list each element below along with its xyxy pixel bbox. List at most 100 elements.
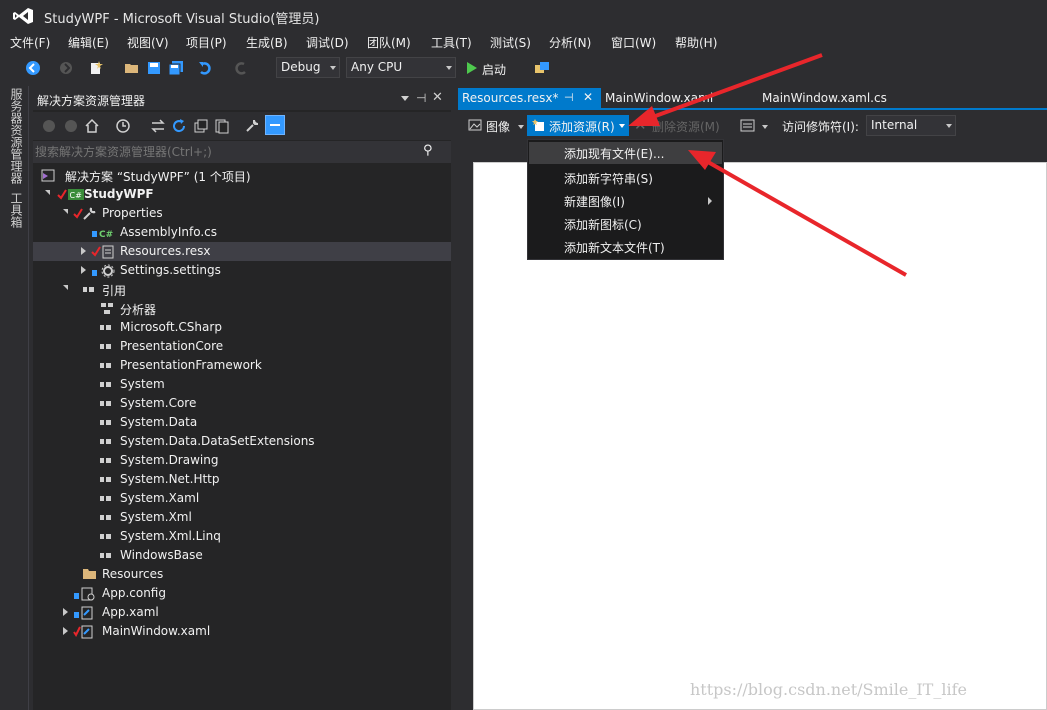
- expand-arrow-icon[interactable]: [63, 285, 68, 290]
- expand-arrow-icon[interactable]: [63, 209, 68, 214]
- submenu-arrow-icon: [708, 197, 712, 205]
- tree-item-properties[interactable]: Properties: [33, 204, 451, 223]
- resx-file-icon: [91, 245, 114, 259]
- tree-item-references[interactable]: 引用: [33, 280, 451, 299]
- tree-item-reference[interactable]: System.Data.DataSetExtensions: [33, 432, 451, 451]
- view-list-icon: [740, 119, 755, 132]
- expand-arrow-icon[interactable]: [45, 190, 50, 195]
- solution-explorer-panel: 解决方案资源管理器 ⊣ ✕ ⚲ 解决方案 “StudyWPF” (1 个项目) …: [33, 88, 451, 710]
- panel-splitter[interactable]: [451, 88, 458, 710]
- menu-team[interactable]: 团队(M): [367, 34, 411, 51]
- xaml-file-icon: [74, 606, 93, 620]
- toolbox-tab[interactable]: 工具箱: [8, 192, 25, 228]
- search-input[interactable]: [35, 143, 415, 161]
- menu-test[interactable]: 测试(S): [490, 34, 531, 51]
- pin-icon[interactable]: ⊣: [416, 91, 426, 105]
- menu-view[interactable]: 视图(V): [127, 34, 169, 51]
- menu-add-new-icon[interactable]: 添加新图标(C): [564, 216, 642, 233]
- menu-window[interactable]: 窗口(W): [611, 34, 656, 51]
- redo-icon[interactable]: [233, 60, 249, 76]
- save-icon[interactable]: [146, 60, 162, 76]
- tree-item-reference[interactable]: System.Core: [33, 394, 451, 413]
- properties-icon: [73, 207, 96, 220]
- access-modifier-select[interactable]: Internal: [866, 115, 956, 136]
- tree-item-reference[interactable]: System.Drawing: [33, 451, 451, 470]
- tree-item-reference[interactable]: System: [33, 375, 451, 394]
- menu-new-image[interactable]: 新建图像(I): [564, 193, 625, 210]
- properties-wrench-icon[interactable]: [244, 118, 260, 134]
- menu-edit[interactable]: 编辑(E): [68, 34, 109, 51]
- solution-explorer-search: ⚲: [33, 141, 451, 163]
- collapse-arrow-icon[interactable]: [81, 247, 86, 255]
- menu-help[interactable]: 帮助(H): [675, 34, 717, 51]
- tree-item-reference[interactable]: System.Xml.Linq: [33, 527, 451, 546]
- pin-tab-icon[interactable]: ⊣: [564, 91, 574, 104]
- tree-item-reference[interactable]: System.Data: [33, 413, 451, 432]
- tree-item-reference[interactable]: System.Xml: [33, 508, 451, 527]
- tree-item-reference[interactable]: System.Net.Http: [33, 470, 451, 489]
- visual-studio-logo-icon: [13, 8, 33, 24]
- panel-menu-icon[interactable]: [401, 96, 409, 101]
- browser-link-icon[interactable]: [534, 60, 550, 76]
- show-all-files-icon[interactable]: [214, 118, 230, 134]
- solution-explorer-header: 解决方案资源管理器 ⊣ ✕: [33, 88, 451, 110]
- se-back-icon[interactable]: [41, 118, 57, 134]
- server-explorer-tab[interactable]: 服务器资源管理器: [8, 88, 25, 184]
- undo-icon[interactable]: [197, 60, 213, 76]
- forward-icon[interactable]: [58, 60, 74, 76]
- tree-item-project[interactable]: C# StudyWPF: [33, 185, 451, 204]
- sync-icon[interactable]: [150, 118, 166, 134]
- open-folder-icon[interactable]: [124, 60, 140, 76]
- tree-item-resources-folder[interactable]: Resources: [33, 565, 451, 584]
- se-forward-icon[interactable]: [63, 118, 79, 134]
- pending-changes-icon[interactable]: [115, 118, 131, 134]
- tree-item-reference[interactable]: PresentationCore: [33, 337, 451, 356]
- search-icon[interactable]: ⚲: [423, 143, 433, 158]
- reference-icon: [100, 515, 111, 520]
- tree-item-mainwindow-xaml[interactable]: MainWindow.xaml: [33, 622, 451, 641]
- menu-build[interactable]: 生成(B): [246, 34, 288, 51]
- menu-analyze[interactable]: 分析(N): [549, 34, 591, 51]
- tree-item-reference[interactable]: Microsoft.CSharp: [33, 318, 451, 337]
- menu-add-existing-file[interactable]: 添加现有文件(E)...: [564, 145, 664, 162]
- refresh-icon[interactable]: [171, 118, 187, 134]
- reference-icon: [100, 496, 111, 501]
- new-project-icon[interactable]: [88, 60, 104, 76]
- configuration-select[interactable]: Debug: [276, 57, 340, 78]
- tree-item-app-config[interactable]: App.config: [33, 584, 451, 603]
- tree-item-reference[interactable]: System.Xaml: [33, 489, 451, 508]
- collapse-arrow-icon[interactable]: [63, 627, 68, 635]
- tab-resources-resx[interactable]: Resources.resx* ⊣ ✕: [458, 88, 601, 108]
- tree-item-app-xaml[interactable]: App.xaml: [33, 603, 451, 622]
- collapse-all-icon[interactable]: [193, 118, 209, 134]
- back-icon[interactable]: [25, 60, 41, 76]
- reference-icon: [100, 401, 111, 406]
- tree-item-resources-resx[interactable]: Resources.resx: [33, 242, 451, 261]
- settings-gear-icon: [92, 264, 115, 278]
- menu-add-new-text-file[interactable]: 添加新文本文件(T): [564, 239, 665, 256]
- add-resource-button[interactable]: 添加资源(R): [527, 115, 629, 136]
- collapse-arrow-icon[interactable]: [63, 608, 68, 616]
- tree-item-reference[interactable]: PresentationFramework: [33, 356, 451, 375]
- menu-add-new-string[interactable]: 添加新字符串(S): [564, 170, 653, 187]
- tree-item-assemblyinfo[interactable]: C# AssemblyInfo.cs: [33, 223, 451, 242]
- tree-item-reference[interactable]: WindowsBase: [33, 546, 451, 565]
- close-tab-icon[interactable]: ✕: [583, 90, 593, 104]
- close-panel-icon[interactable]: ✕: [432, 90, 443, 105]
- menu-file[interactable]: 文件(F): [10, 34, 50, 51]
- platform-select[interactable]: Any CPU: [346, 57, 456, 78]
- tree-item-solution[interactable]: 解决方案 “StudyWPF” (1 个项目): [33, 166, 451, 185]
- preview-selected-items-button[interactable]: [265, 115, 285, 135]
- home-icon[interactable]: [84, 118, 100, 134]
- tree-item-analyzers[interactable]: 分析器: [33, 299, 451, 318]
- menu-debug[interactable]: 调试(D): [306, 34, 349, 51]
- menu-project[interactable]: 项目(P): [186, 34, 227, 51]
- save-all-icon[interactable]: [168, 60, 184, 76]
- references-icon: [83, 287, 94, 292]
- tab-mainwindow-xaml[interactable]: MainWindow.xaml: [601, 88, 751, 108]
- collapse-arrow-icon[interactable]: [81, 266, 86, 274]
- menu-tools[interactable]: 工具(T): [431, 34, 472, 51]
- tab-mainwindow-xaml-cs[interactable]: MainWindow.xaml.cs: [758, 88, 898, 108]
- svg-text:C#: C#: [70, 191, 83, 200]
- tree-item-settings[interactable]: Settings.settings: [33, 261, 451, 280]
